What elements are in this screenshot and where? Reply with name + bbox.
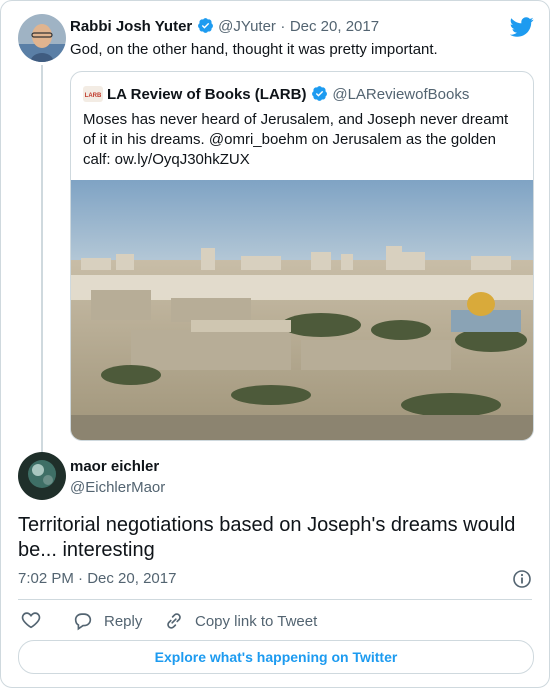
heart-icon <box>21 612 41 629</box>
quoted-photo-jerusalem[interactable] <box>71 180 533 440</box>
tweet-header: Rabbi Josh Yuter @JYuter · Dec 20, 2017 <box>70 17 379 36</box>
reply-author-handle[interactable]: @EichlerMaor <box>70 479 165 496</box>
twitter-bird-icon[interactable] <box>509 15 534 39</box>
quoted-header: LA Review of Books (LARB) @LAReviewofBoo… <box>107 85 469 104</box>
quoted-author-handle: @LAReviewofBooks <box>332 86 470 103</box>
tweet-text: God, on the other hand, thought it was p… <box>70 41 438 58</box>
quoted-text: Moses has never heard of Jerusalem, and … <box>83 111 509 168</box>
reply-label: Reply <box>104 612 143 630</box>
verified-badge-icon <box>197 17 214 34</box>
divider <box>18 599 532 600</box>
author-name[interactable]: Rabbi Josh Yuter <box>70 18 192 35</box>
quoted-author-name: LA Review of Books (LARB) <box>107 86 307 103</box>
reply-text: Territorial negotiations based on Joseph… <box>18 514 516 561</box>
tweet-embed-card: Rabbi Josh Yuter @JYuter · Dec 20, 2017 … <box>0 0 550 688</box>
info-icon[interactable] <box>512 569 532 589</box>
copy-link-label: Copy link to Tweet <box>195 612 318 630</box>
separator-dot: · <box>78 570 84 587</box>
explore-label: Explore what's happening on Twitter <box>154 649 398 665</box>
reply-button[interactable]: Reply <box>72 610 142 632</box>
larb-logo-text: LARB <box>85 93 102 99</box>
reply-author-name[interactable]: maor eichler <box>70 458 159 475</box>
explore-twitter-button[interactable]: Explore what's happening on Twitter <box>18 640 534 674</box>
separator-dot: · <box>280 18 286 35</box>
reply-timestamp[interactable]: 7:02 PM · Dec 20, 2017 <box>18 570 176 587</box>
reply-time: 7:02 PM <box>18 570 74 587</box>
author-handle[interactable]: @JYuter <box>218 18 276 35</box>
avatar-maor-eichler[interactable] <box>18 452 66 500</box>
copy-link-button[interactable]: Copy link to Tweet <box>163 610 317 632</box>
reply-bubble-icon <box>74 613 92 631</box>
link-icon <box>167 613 181 629</box>
quoted-tweet[interactable]: LARB LA Review of Books (LARB) @LAReview… <box>70 71 534 441</box>
verified-badge-icon <box>311 85 328 102</box>
like-button[interactable] <box>20 609 42 631</box>
thread-connector-line <box>41 65 43 455</box>
avatar-rabbi-josh-yuter[interactable] <box>18 14 66 62</box>
tweet-date[interactable]: Dec 20, 2017 <box>290 18 379 35</box>
reply-date: Dec 20, 2017 <box>87 570 177 587</box>
larb-logo: LARB <box>83 86 103 102</box>
